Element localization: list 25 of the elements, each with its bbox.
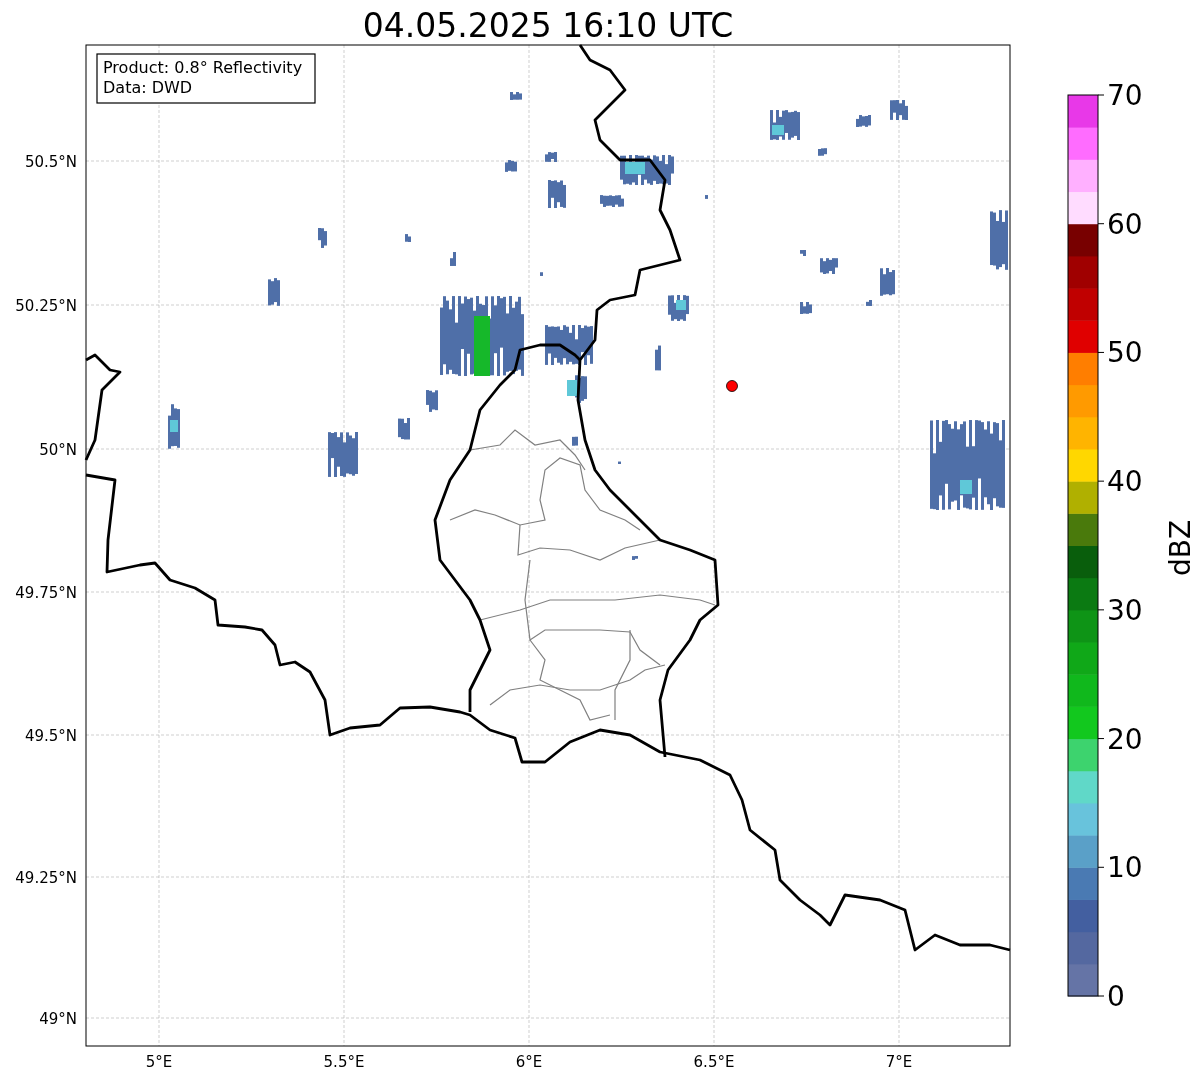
- tick-label: 6°E: [515, 1053, 543, 1071]
- tick-label: 50.5°N: [24, 153, 77, 171]
- colorbar-tick-label: 60: [1107, 207, 1143, 241]
- tick-label: 50.25°N: [15, 297, 77, 315]
- chart-title: 04.05.2025 16:10 UTC: [362, 6, 734, 45]
- tick-label: 5°E: [145, 1053, 173, 1071]
- legend-text: Product: 0.8° Reflectivity: [103, 58, 303, 77]
- colorbar-tick-label: 20: [1107, 722, 1143, 756]
- colorbar-tick-label: 50: [1107, 336, 1143, 370]
- tick-label: 6.5°E: [693, 1053, 735, 1071]
- colorbar-tick-label: 70: [1107, 79, 1143, 112]
- tick-label: 7°E: [885, 1053, 913, 1071]
- tick-label: 49.5°N: [24, 727, 77, 745]
- colorbar-label: dBZ: [1164, 519, 1197, 577]
- tick-label: 50°N: [39, 441, 77, 459]
- location-dot: [726, 380, 738, 392]
- tick-label: 49°N: [39, 1010, 77, 1028]
- tick-label: 49.25°N: [15, 869, 77, 887]
- tick-label: 49.75°N: [15, 584, 77, 602]
- colorbar-tick-label: 10: [1107, 851, 1143, 885]
- legend-text: Data: DWD: [103, 78, 193, 97]
- colorbar-tick-label: 30: [1107, 593, 1143, 627]
- colorbar-tick-label: 40: [1107, 465, 1143, 499]
- tick-label: 5.5°E: [323, 1053, 365, 1071]
- colorbar-tick-label: 0: [1107, 980, 1125, 1013]
